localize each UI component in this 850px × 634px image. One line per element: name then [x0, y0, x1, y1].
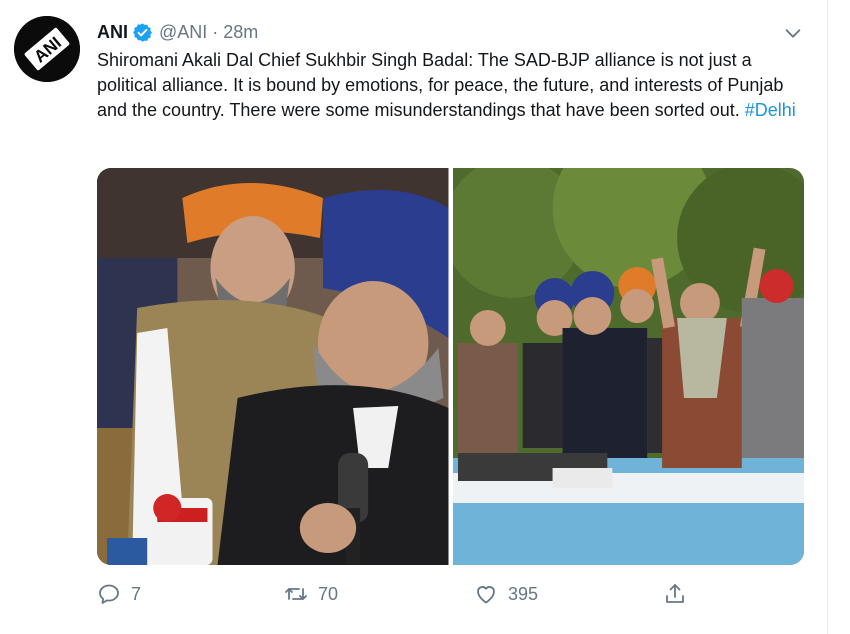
retweet-count: 70	[318, 583, 339, 604]
like-count: 395	[508, 583, 539, 604]
photo-press-conference[interactable]	[97, 168, 449, 565]
alliance-celebration-image	[452, 168, 804, 565]
hashtag-link[interactable]: #Delhi	[745, 100, 796, 120]
author-name[interactable]: ANI	[97, 22, 128, 43]
tweet-actions: 7 70 395	[97, 580, 697, 608]
photo-alliance-celebration[interactable]	[452, 168, 804, 565]
share-button[interactable]	[663, 580, 687, 608]
separator-dot: ·	[212, 21, 219, 42]
tweet-header: ANI @ANI · 28m	[97, 20, 258, 44]
share-icon	[666, 584, 684, 603]
retweet-button[interactable]: 70	[284, 580, 338, 608]
chevron-down-icon[interactable]	[782, 22, 804, 44]
tweet-text: Shiromani Akali Dal Chief Sukhbir Singh …	[97, 48, 797, 123]
press-conference-image	[97, 168, 449, 565]
reply-icon	[99, 584, 119, 604]
heart-icon	[477, 586, 495, 604]
tweet-timestamp[interactable]: 28m	[223, 22, 258, 43]
tweet-media[interactable]	[97, 168, 804, 565]
like-button[interactable]: 395	[474, 580, 538, 608]
verified-badge-icon	[133, 22, 152, 42]
tweet-body: Shiromani Akali Dal Chief Sukhbir Singh …	[97, 50, 784, 120]
retweet-icon	[285, 588, 307, 600]
author-handle[interactable]: @ANI	[159, 22, 207, 43]
reply-count: 7	[131, 583, 142, 604]
ani-logo-icon: ANI	[14, 16, 80, 82]
author-avatar[interactable]: ANI	[14, 16, 80, 82]
reply-button[interactable]: 7	[97, 580, 141, 608]
tweet-card[interactable]: ANI ANI @ANI · 28m Shiromani Akali Dal C…	[0, 0, 828, 634]
